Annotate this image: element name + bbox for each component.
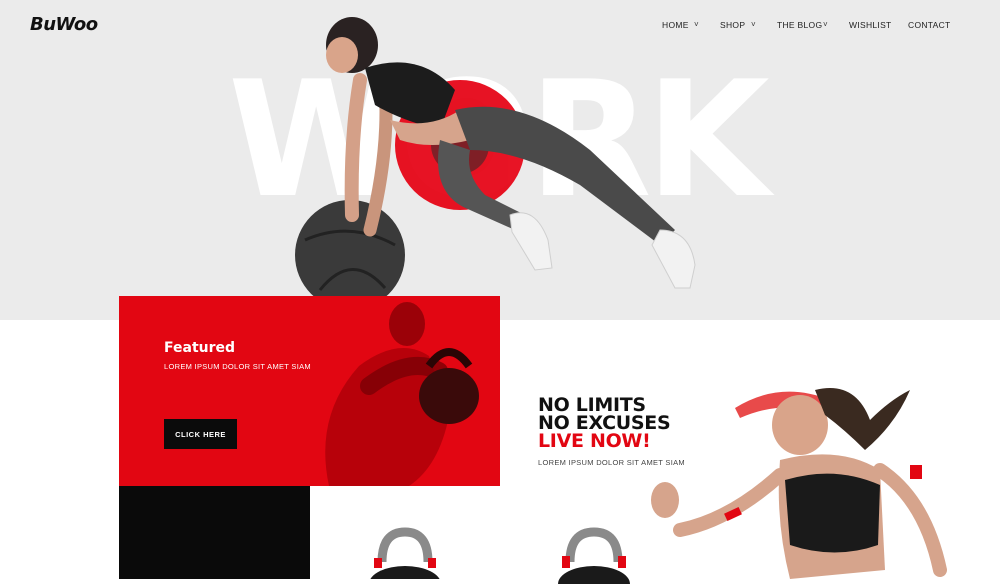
- nav-shop[interactable]: SHOP: [720, 20, 745, 30]
- chevron-down-icon[interactable]: ˅: [694, 20, 699, 29]
- hero-banner: WORK BuWoo HOME ˅ SHOP ˅ THE BLOG ˅ WISH…: [0, 0, 1000, 320]
- product-card[interactable]: [310, 486, 500, 579]
- athlete-medicine-ball-image: [295, 17, 696, 300]
- chevron-down-icon[interactable]: ˅: [751, 20, 756, 29]
- kettlebell-athlete-image: [325, 302, 479, 486]
- main-nav: HOME ˅ SHOP ˅ THE BLOG ˅ WISHLIST CONTAC…: [0, 20, 1000, 34]
- nav-wishlist[interactable]: WISHLIST: [849, 20, 892, 30]
- black-panel: [119, 486, 310, 579]
- featured-subtitle: LOREM IPSUM DOLOR SIT AMET SIAM: [164, 362, 311, 371]
- nav-contact[interactable]: CONTACT: [908, 20, 951, 30]
- featured-title: Featured: [164, 340, 236, 356]
- runner-athlete-image: [651, 388, 947, 579]
- kettlebell-icon: [370, 527, 440, 579]
- nav-home[interactable]: HOME: [662, 20, 689, 30]
- kettlebell-icon: [558, 527, 630, 584]
- chevron-down-icon[interactable]: ˅: [823, 20, 828, 29]
- nav-the-blog[interactable]: THE BLOG: [777, 20, 822, 30]
- featured-card: Featured LOREM IPSUM DOLOR SIT AMET SIAM…: [119, 296, 500, 486]
- click-here-button[interactable]: CLICK HERE: [164, 419, 237, 449]
